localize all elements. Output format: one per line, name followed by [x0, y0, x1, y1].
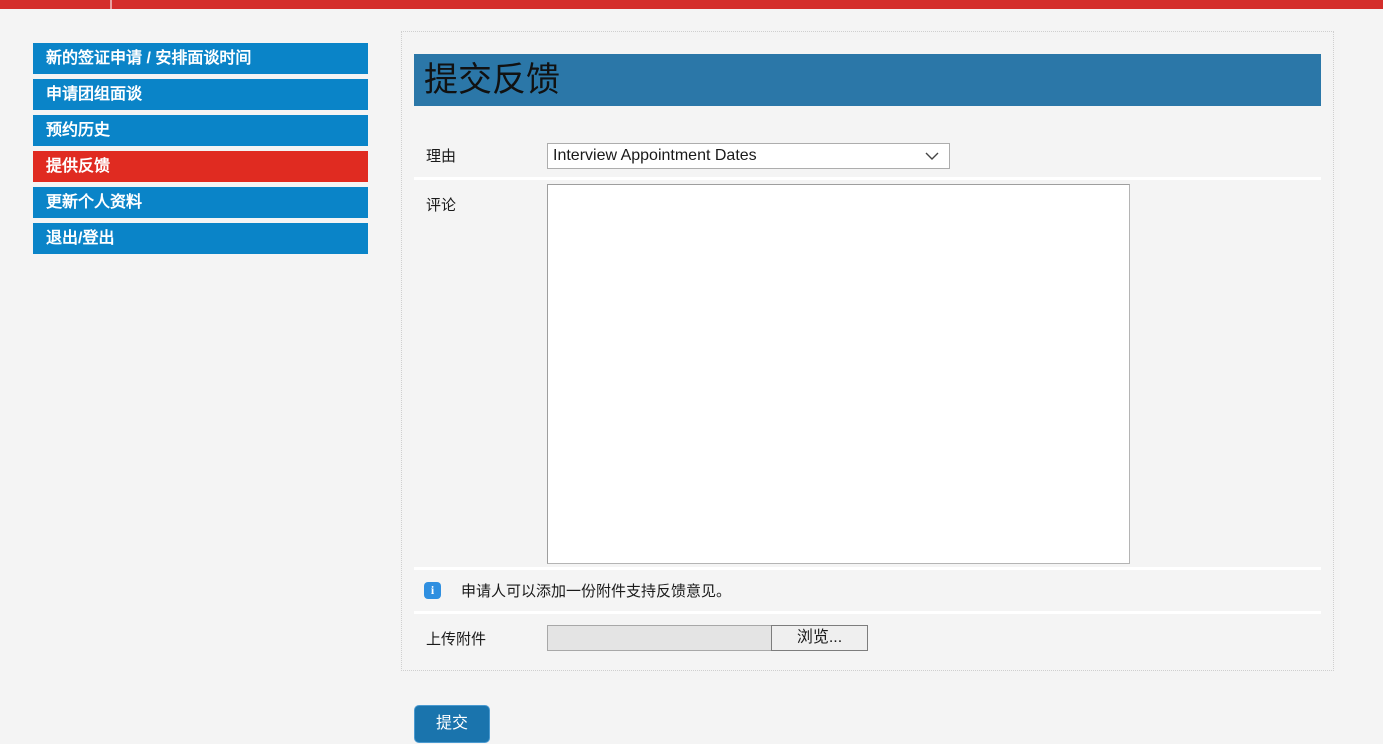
form-row-reason: 理由 Interview Appointment Dates: [414, 134, 1321, 180]
submit-button[interactable]: 提交: [414, 705, 490, 743]
sidebar-nav: 新的签证申请 / 安排面谈时间 申请团组面谈 预约历史 提供反馈 更新个人资料 …: [33, 43, 368, 259]
page-title: 提交反馈: [414, 54, 1321, 106]
chevron-down-icon: [924, 148, 940, 164]
feedback-panel: 提交反馈 理由 Interview Appointment Dates 评论: [401, 31, 1334, 671]
upload-label: 上传附件: [414, 628, 547, 649]
sidebar-item-new-visa-application[interactable]: 新的签证申请 / 安排面谈时间: [33, 43, 368, 74]
file-upload-control: 浏览...: [547, 625, 868, 651]
top-bar-divider: [110, 0, 112, 9]
sidebar-item-label: 提供反馈: [46, 158, 110, 175]
sidebar-item-label: 新的签证申请 / 安排面谈时间: [46, 50, 251, 67]
upload-field-cell: 浏览...: [547, 625, 1321, 651]
info-icon: i: [424, 582, 441, 599]
sidebar-item-provide-feedback[interactable]: 提供反馈: [33, 151, 368, 182]
reason-selected-value: Interview Appointment Dates: [548, 147, 757, 165]
comment-label: 评论: [414, 180, 547, 215]
file-path-input[interactable]: [547, 625, 771, 651]
reason-select[interactable]: Interview Appointment Dates: [547, 143, 950, 169]
reason-field-cell: Interview Appointment Dates: [547, 143, 1321, 169]
form-row-upload: 上传附件 浏览...: [414, 614, 1321, 662]
sidebar-item-appointment-history[interactable]: 预约历史: [33, 115, 368, 146]
sidebar-item-update-profile[interactable]: 更新个人资料: [33, 187, 368, 218]
sidebar-item-label: 更新个人资料: [46, 194, 142, 211]
feedback-form: 理由 Interview Appointment Dates 评论: [414, 134, 1321, 662]
comment-textarea[interactable]: [547, 184, 1130, 564]
form-row-comment: 评论: [414, 180, 1321, 570]
top-brand-bar: [0, 0, 1383, 9]
browse-button[interactable]: 浏览...: [771, 625, 868, 651]
attachment-note: i 申请人可以添加一份附件支持反馈意见。: [414, 580, 731, 601]
sidebar-item-label: 预约历史: [46, 122, 110, 139]
sidebar-item-label: 申请团组面谈: [46, 86, 142, 103]
sidebar-item-group-interview[interactable]: 申请团组面谈: [33, 79, 368, 110]
attachment-note-text: 申请人可以添加一份附件支持反馈意见。: [461, 580, 731, 601]
sidebar-item-signout[interactable]: 退出/登出: [33, 223, 368, 254]
reason-label: 理由: [414, 145, 547, 166]
form-row-note: i 申请人可以添加一份附件支持反馈意见。: [414, 570, 1321, 614]
comment-field-cell: [547, 180, 1321, 564]
sidebar-item-label: 退出/登出: [46, 230, 114, 247]
